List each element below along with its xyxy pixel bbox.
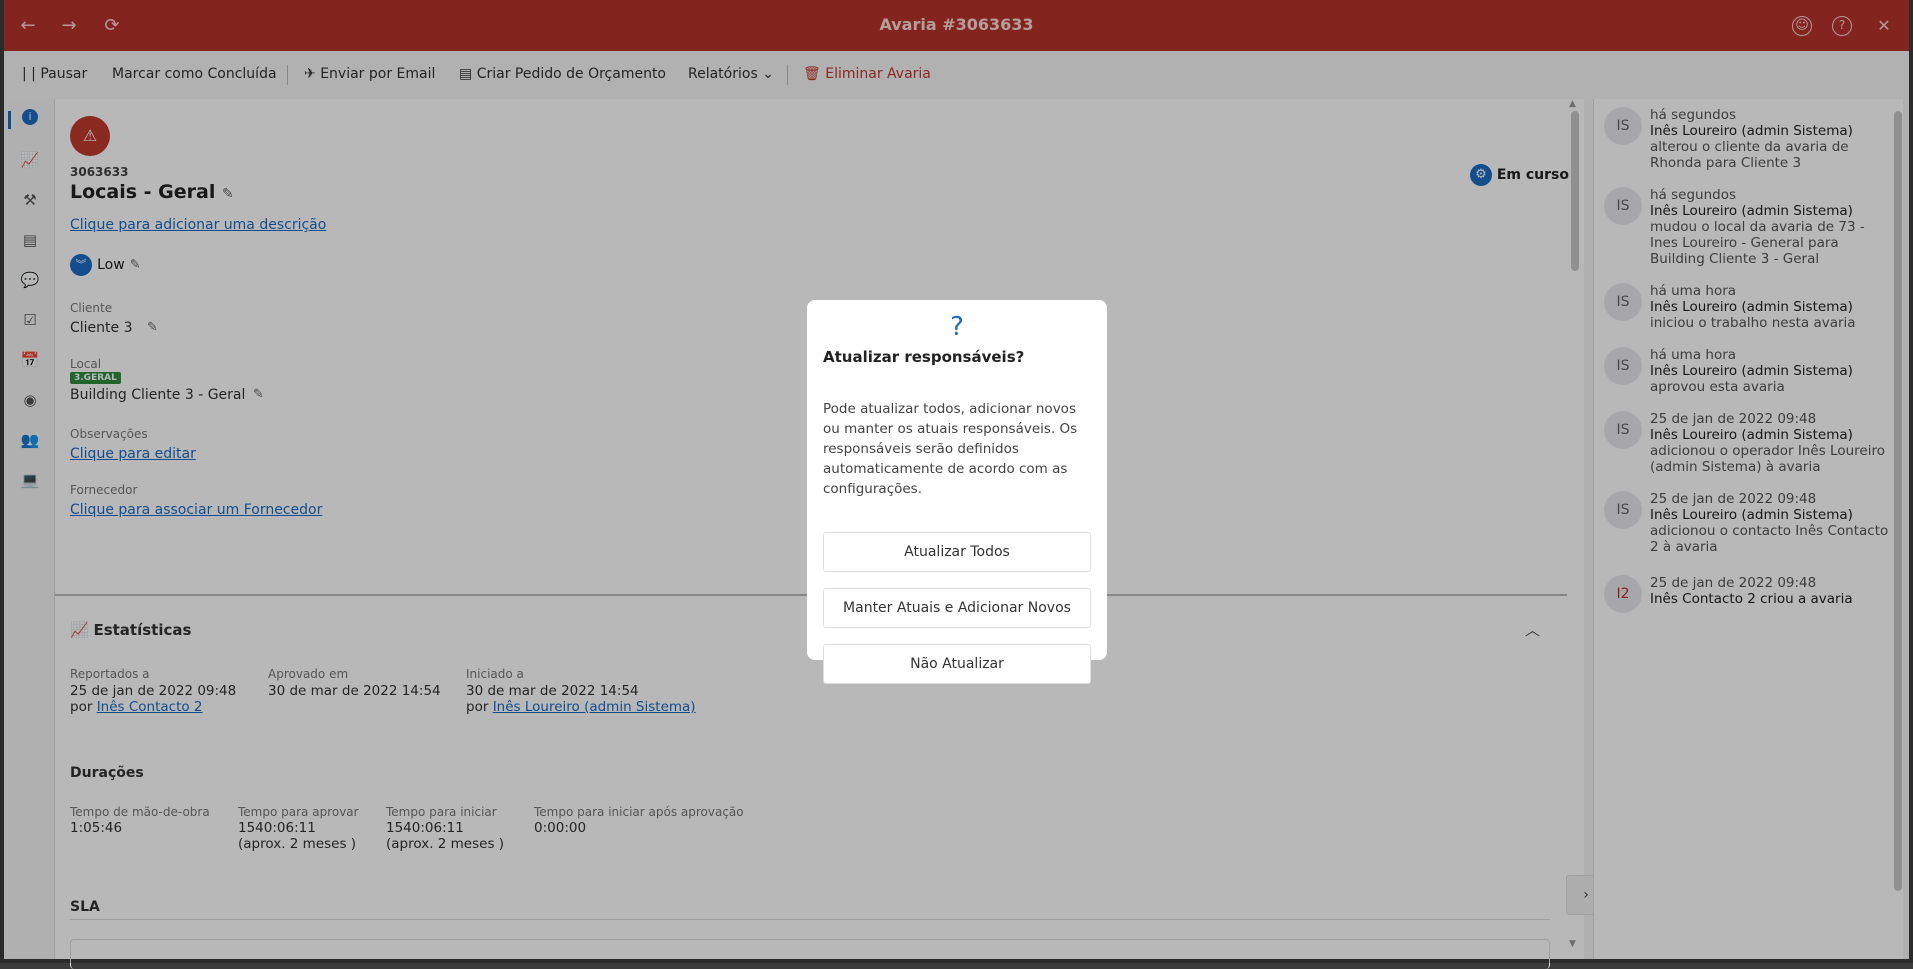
dialog-body: Pode atualizar todos, adicionar novos ou… bbox=[823, 401, 1078, 497]
update-all-button[interactable]: Atualizar Todos bbox=[823, 532, 1091, 572]
question-icon: ? bbox=[950, 312, 964, 342]
dont-update-button[interactable]: Não Atualizar bbox=[823, 644, 1091, 684]
update-assignees-dialog: ? Atualizar responsáveis? Pode atualizar… bbox=[807, 300, 1107, 684]
keep-and-add-button[interactable]: Manter Atuais e Adicionar Novos bbox=[823, 588, 1091, 628]
dialog-title: Atualizar responsáveis? bbox=[823, 348, 1025, 366]
